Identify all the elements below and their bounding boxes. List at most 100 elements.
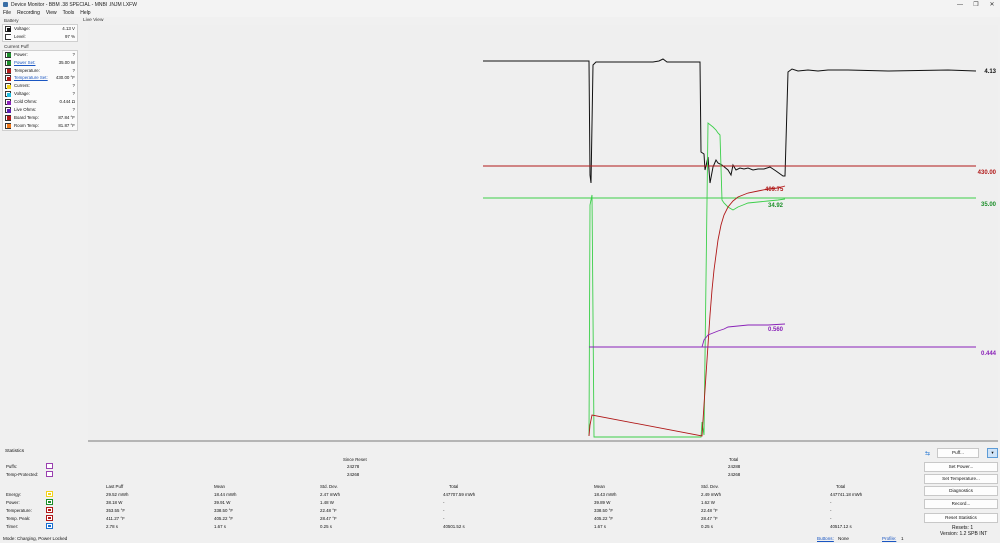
current_puff-color-swatch[interactable]	[5, 59, 11, 66]
buttons-value: None	[838, 536, 849, 541]
temp-protected-label: Temp-Protected:	[6, 472, 39, 477]
stat-cell: 405.22 °F	[594, 516, 614, 521]
battery-label: Level:	[14, 33, 26, 39]
stat-col-header: Mean	[214, 484, 225, 489]
close-button[interactable]: ✕	[984, 0, 1000, 9]
current_puff-color-swatch[interactable]	[5, 91, 11, 98]
current_puff-row: Room Temp: 81.87 °F	[3, 122, 77, 130]
menu-view[interactable]: View	[46, 10, 57, 16]
current_puff-color-swatch[interactable]	[5, 107, 11, 114]
puff-menu-button[interactable]: ▾	[987, 448, 998, 458]
temp-protected-total: 24268	[728, 472, 741, 477]
stat-cell: 1.48 W	[320, 500, 334, 505]
stat-row-swatch	[46, 507, 53, 513]
puffs-label: Puffs:	[6, 464, 18, 469]
current_puff-label[interactable]: Temperature Set:	[14, 75, 48, 80]
stat-cell: 0.25 s	[701, 524, 713, 529]
stat-cell: 39.91 W	[214, 500, 231, 505]
current_puff-row: Power:?	[3, 51, 77, 59]
current_puff-row: Board Temp: 87.84 °F	[3, 114, 77, 122]
stat-row-label: Power:	[6, 500, 20, 505]
battery-color-swatch[interactable]	[5, 33, 11, 40]
stat-cell: 40501.52 s	[443, 524, 465, 529]
stat-cell: -	[830, 500, 832, 505]
stat-cell: 38.18 W	[106, 500, 123, 505]
stat-cell: 447741.18 mWh	[830, 492, 863, 497]
status-mode: Mode: Charging, Power Locked	[3, 536, 68, 541]
set-power-button[interactable]: Set Power...	[924, 462, 998, 472]
menu-help[interactable]: Help	[80, 10, 90, 16]
current_puff-row: Power Set: 35.00 W	[3, 59, 77, 67]
current_puff-color-swatch[interactable]	[5, 67, 11, 74]
stat-cell: -	[443, 508, 445, 513]
current_puff-value: 35.00 W	[58, 59, 75, 65]
current_puff-label: Room Temp:	[14, 122, 39, 128]
stat-cell: 411.27 °F	[106, 516, 125, 521]
menu-file[interactable]: File	[3, 10, 11, 16]
current_puff-color-swatch[interactable]	[5, 83, 11, 90]
reset-statistics-button[interactable]: Reset Statistics	[924, 513, 998, 523]
puffs-since: 24278	[347, 464, 360, 469]
stat-cell: 18.43 mWh	[594, 492, 617, 497]
record-toggle-icon[interactable]: ⇆	[925, 450, 930, 457]
current_puff-value: ?	[72, 107, 75, 113]
battery-group: Voltage: 4.13 V Level: 97 %	[2, 24, 78, 42]
maximize-button[interactable]: ❐	[968, 0, 984, 9]
current_puff-color-swatch[interactable]	[5, 75, 11, 82]
current_puff-row: Current:?	[3, 82, 77, 90]
power-trace	[588, 122, 786, 438]
temp-protected-swatch	[46, 471, 53, 477]
temp-protected-since: 24268	[347, 472, 360, 477]
profile-link[interactable]: Profile:	[882, 535, 896, 543]
profile-value: 1	[901, 536, 904, 541]
menu-recording[interactable]: Recording	[17, 10, 40, 16]
stat-col-header: Std. Dev.	[320, 484, 338, 489]
current_puff-label: Live Ohms:	[14, 107, 37, 113]
stat-col-header: Mean	[594, 484, 605, 489]
stat-cell: 338.50 °F	[214, 508, 234, 513]
current_puff-value: ?	[72, 91, 75, 97]
current_puff-label[interactable]: Power Set:	[14, 60, 35, 65]
stat-col-header: Last Puff	[106, 484, 124, 489]
stat-cell: 1.62 W	[701, 500, 715, 505]
stat-cell: 353.55 °F	[106, 508, 126, 513]
current_puff-value: ?	[72, 67, 75, 73]
voltage-trace	[483, 58, 977, 184]
buttons-link[interactable]: Buttons:	[817, 535, 834, 543]
stat-cell: -	[830, 508, 832, 513]
record-button[interactable]: Record...	[924, 499, 998, 509]
stat-row-swatch	[46, 523, 53, 529]
set-temperature-button[interactable]: Set Temperature...	[924, 474, 998, 484]
diagnostics-button[interactable]: Diagnostics	[924, 486, 998, 496]
temp-set-right-label: 430.00	[978, 170, 997, 176]
battery-value: 97 %	[64, 33, 75, 39]
current_puff-color-swatch[interactable]	[5, 114, 11, 121]
stat-cell: -	[830, 516, 832, 521]
battery-color-swatch[interactable]	[5, 26, 11, 32]
stat-cell: 40517.12 s	[830, 524, 852, 529]
battery-row: Voltage: 4.13 V	[3, 25, 77, 33]
stat-cell: 22.48 °F	[701, 508, 718, 513]
battery-label: Voltage:	[14, 26, 30, 31]
stat-row-swatch	[46, 515, 53, 521]
puff-button[interactable]: Puff...	[937, 448, 979, 458]
menu-tools[interactable]: Tools	[63, 10, 75, 16]
live-ohms-inline-label: 0.560	[768, 327, 784, 333]
window-title: Device Monitor - BBM .38 SPECIAL - MNBI …	[11, 1, 137, 8]
current_puff-label: Current:	[14, 83, 30, 89]
current_puff-value: ?	[72, 51, 75, 57]
puffs-total: 24288	[728, 464, 741, 469]
stat-cell: 338.50 °F	[594, 508, 614, 513]
statistics-panel: Statistics Since Reset Total Puffs: 2427…	[2, 447, 920, 536]
since-reset-header: Since Reset	[343, 457, 367, 462]
power-set-right-label: 35.00	[981, 202, 997, 208]
current_puff-label: Board Temp:	[14, 114, 39, 120]
current_puff-color-swatch[interactable]	[5, 51, 11, 58]
minimize-button[interactable]: —	[952, 0, 968, 9]
current_puff-color-swatch[interactable]	[5, 99, 11, 106]
current_puff-color-swatch[interactable]	[5, 122, 11, 129]
current_puff-label: Power:	[14, 51, 28, 57]
stat-cell: 1.67 s	[594, 524, 606, 529]
current_puff-label: Temperature:	[14, 67, 40, 73]
stat-row-label: Timer:	[6, 524, 19, 529]
